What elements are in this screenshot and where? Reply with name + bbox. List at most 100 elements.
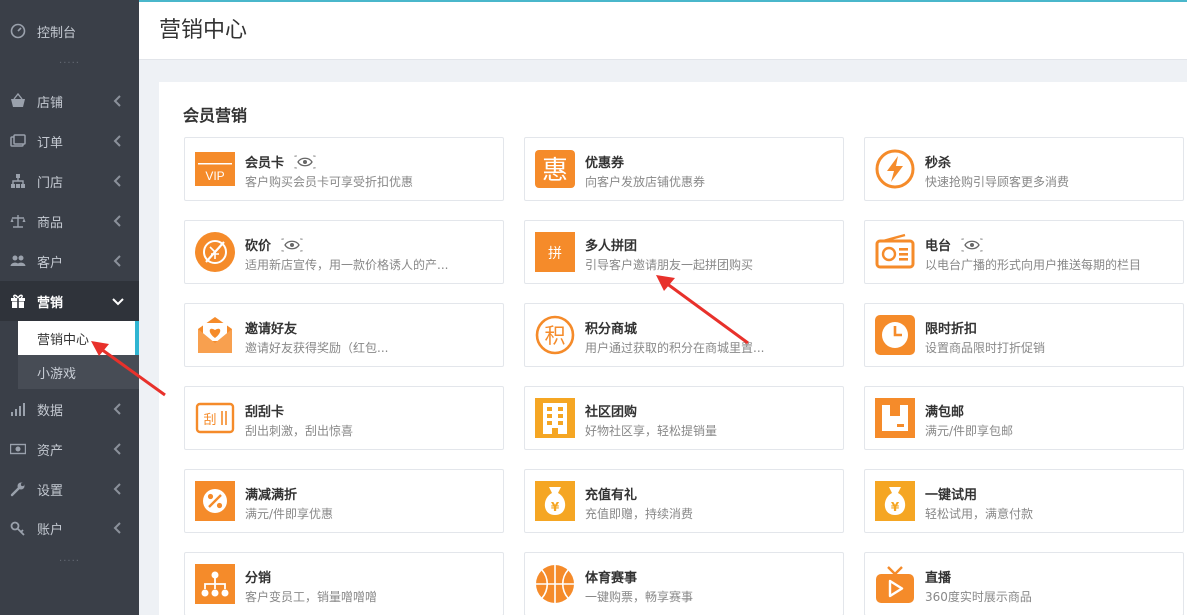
card-group-buy[interactable]: 拼 多人拼团 引导客户邀请朋友一起拼团购买 [524,220,844,284]
shop-basket-icon [9,92,27,110]
sidebar: 控制台 ····· 店铺 订单 门店 商品 客户 营销 营销中心 小游戏 数据 … [0,0,139,615]
vip-glyph: VIP [205,169,224,183]
card-title: 砍价 [245,239,272,254]
card-live-stream[interactable]: 直播 360度实时展示商品 [864,552,1184,615]
card-desc: 充值即赠，持续消费 [585,507,694,521]
sidebar-subitem-marketing-center[interactable]: 营销中心 [18,321,139,355]
sidebar-item-data[interactable]: 数据 [0,389,139,429]
percent-icon [195,481,235,521]
chevron-left-icon [113,135,121,147]
card-radio[interactable]: 电台 以电台广播的形式向用户推送每期的栏目 [864,220,1184,284]
card-recharge-gift[interactable]: ¥ 充值有礼 充值即赠，持续消费 [524,469,844,533]
key-icon [9,519,27,537]
money-icon [9,440,27,458]
card-title: 满减满折 [245,488,298,503]
card-desc: 一键购票，畅享赛事 [585,590,694,604]
card-distribution[interactable]: 分销 客户变员工，销量噌噌噌 [184,552,504,615]
chevron-left-icon [113,522,121,534]
card-title: 直播 [925,571,952,586]
card-one-click-trial[interactable]: ¥ 一键试用 轻松试用，满意付款 [864,469,1184,533]
card-coupon[interactable]: 惠 优惠券 向客户发放店铺优惠券 [524,137,844,201]
chevron-left-icon [113,443,121,455]
card-desc: 好物社区享，轻松提销量 [585,424,718,438]
sidebar-item-shop[interactable]: 店铺 [0,81,139,121]
sidebar-subitem-mini-games[interactable]: 小游戏 [18,355,139,389]
sidebar-item-label: 客户 [37,255,64,271]
card-desc: 客户变员工，销量噌噌噌 [245,590,378,604]
coupon-icon: 惠 [535,150,575,188]
card-title: 积分商城 [585,322,638,337]
card-desc: 轻松试用，满意付款 [925,507,1034,521]
card-scratch-card[interactable]: 刮 刮刮卡 刮出刺激，刮出惊喜 [184,386,504,450]
card-community-group-buy[interactable]: 社区团购 好物社区享，轻松提销量 [524,386,844,450]
card-desc: 设置商品限时打折促销 [925,341,1046,355]
sidebar-item-orders[interactable]: 订单 [0,121,139,161]
sidebar-item-stores[interactable]: 门店 [0,161,139,201]
sidebar-item-label: 控制台 [37,25,77,41]
money-bag-icon: ¥ [535,481,575,521]
card-desc: 邀请好友获得奖励（红包... [245,341,389,355]
sidebar-item-dashboard[interactable]: 控制台 [0,11,139,51]
card-free-shipping[interactable]: 满包邮 满元/件即享包邮 [864,386,1184,450]
card-bargain[interactable]: 砍价 适用新店宣传，用一款价格诱人的产... [184,220,504,284]
sidebar-item-products[interactable]: 商品 [0,201,139,241]
content-panel: 会员营销 VIP 会员卡 客户购买会员卡可享受折扣优惠 惠 优惠券 向客户发放店… [159,82,1187,615]
eye-icon[interactable] [961,238,983,252]
card-flash-sale[interactable]: 秒杀 快速抢购引导顾客更多消费 [864,137,1184,201]
building-icon [535,398,575,438]
group-glyph: 拼 [548,246,562,262]
card-sports-events[interactable]: 体育赛事 一键购票，畅享赛事 [524,552,844,615]
sidebar-item-marketing[interactable]: 营销 [0,281,139,321]
lightning-icon [875,149,915,189]
card-full-reduction[interactable]: 满减满折 满元/件即享优惠 [184,469,504,533]
money-glyph: ¥ [551,500,560,514]
card-desc: 以电台广播的形式向用户推送每期的栏目 [925,258,1142,272]
card-desc: 客户购买会员卡可享受折扣优惠 [245,175,414,189]
points-icon: 积 [535,315,575,355]
sidebar-item-label: 门店 [37,175,64,191]
card-title: 体育赛事 [585,571,638,586]
chevron-left-icon [113,215,121,227]
vip-icon: VIP [195,152,235,186]
clock-icon [875,315,915,355]
package-icon [875,398,915,438]
store-tree-icon [9,172,27,190]
card-desc: 满元/件即享优惠 [245,507,334,521]
card-title: 会员卡 [245,156,285,171]
sidebar-item-label: 数据 [37,403,64,419]
sidebar-item-assets[interactable]: 资产 [0,429,139,469]
eye-icon[interactable] [294,155,316,169]
sidebar-item-customers[interactable]: 客户 [0,241,139,281]
radio-icon [875,233,915,269]
users-icon [9,252,27,270]
basketball-icon [536,565,574,603]
card-points-mall[interactable]: 积 积分商城 用户通过获取的积分在商城里置... [524,303,844,367]
card-desc: 快速抢购引导顾客更多消费 [925,175,1070,189]
invite-icon [198,317,232,353]
card-member-card[interactable]: VIP 会员卡 客户购买会员卡可享受折扣优惠 [184,137,504,201]
card-title: 限时折扣 [925,322,978,337]
card-title: 刮刮卡 [245,405,285,420]
bar-chart-icon [9,400,27,418]
card-time-discount[interactable]: 限时折扣 设置商品限时打折促销 [864,303,1184,367]
chevron-left-icon [113,175,121,187]
card-title: 秒杀 [925,156,952,171]
page-title: 营销中心 [159,18,248,43]
chevron-left-icon [113,255,121,267]
points-glyph: 积 [545,324,566,348]
sidebar-separator: ····· [59,58,80,69]
chevron-left-icon [113,403,121,415]
sidebar-item-label: 设置 [37,483,64,499]
sidebar-item-label: 商品 [37,215,64,231]
card-invite-friends[interactable]: 邀请好友 邀请好友获得奖励（红包... [184,303,504,367]
card-desc: 适用新店宣传，用一款价格诱人的产... [245,258,449,272]
wrench-icon [9,480,27,498]
sidebar-item-account[interactable]: 账户 [0,508,139,548]
sidebar-item-settings[interactable]: 设置 [0,469,139,509]
coupon-glyph: 惠 [542,156,568,186]
distribution-icon [195,564,235,604]
eye-icon[interactable] [281,238,303,252]
sidebar-item-label: 营销 [37,295,64,311]
card-desc: 向客户发放店铺优惠券 [585,175,706,189]
chevron-down-icon [112,298,124,306]
